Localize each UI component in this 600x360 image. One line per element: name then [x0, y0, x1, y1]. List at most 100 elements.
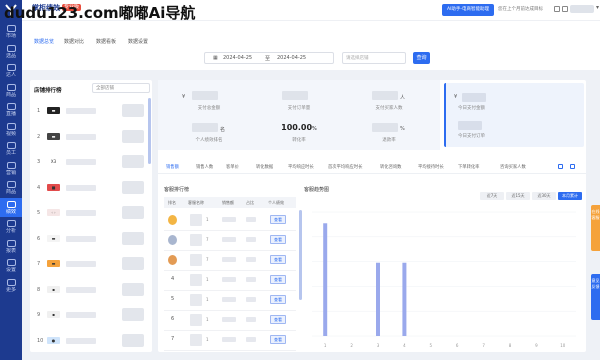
masked-value — [122, 308, 144, 321]
shop-rank-row[interactable]: 1 ▬ — [30, 98, 148, 126]
chart-bar[interactable] — [323, 223, 328, 336]
user-avatar[interactable] — [570, 5, 594, 13]
sidebar-item[interactable]: 分析 — [0, 217, 22, 236]
masked-value — [122, 206, 144, 219]
main-panel: ¥ 支付总金额 支付订单量 人 支付买家人数 名 个人绩效排名 100.00% … — [158, 80, 586, 352]
product-image — [190, 214, 202, 226]
shop-rank-row[interactable]: 2 ▬ — [30, 124, 148, 152]
sidebar-item[interactable]: 达人 — [0, 61, 22, 80]
chart-bar[interactable] — [402, 262, 407, 336]
rank-number: 5 — [171, 296, 175, 302]
shop-rank-row[interactable]: 10 ● — [30, 328, 148, 356]
sidebar-item[interactable]: 市场 — [0, 22, 22, 41]
sidebar-item[interactable]: 商品 — [0, 178, 22, 197]
masked-shop-name — [66, 133, 96, 140]
metric-tab[interactable]: 下单转化率 — [458, 164, 479, 170]
x-tick-label: 6 — [456, 343, 459, 348]
metric-tab[interactable]: 客单价 — [226, 164, 239, 170]
rank-number: 2 — [37, 133, 41, 140]
metric-tab[interactable]: 转化咨询数 — [380, 164, 401, 170]
settings-icon[interactable] — [558, 164, 563, 169]
notification-icon[interactable] — [562, 6, 568, 12]
sidebar-item[interactable]: 绩效 — [0, 197, 22, 217]
shop-rank-row[interactable]: 4 ■ — [30, 175, 148, 203]
fullscreen-icon[interactable] — [554, 6, 560, 12]
chart-bar[interactable] — [376, 262, 380, 336]
shop-rank-row[interactable]: 9 ▪ — [30, 302, 148, 330]
sidebar-item[interactable]: 营销 — [0, 159, 22, 178]
sidebar-item[interactable]: 报表 — [0, 237, 22, 256]
metric-tab[interactable]: 咨询买家人数 — [500, 164, 526, 170]
product-image — [190, 254, 202, 266]
masked-shop-name — [66, 261, 96, 267]
sidebar: 市场 选品 达人 商品 直播 视频 员工 营销 商品 绩效 分析 报表 设置 更多 — [0, 0, 22, 360]
toggle-7d[interactable]: 近7天 — [480, 192, 504, 200]
sidebar-item[interactable]: 选品 — [0, 42, 22, 61]
metric-tab[interactable]: 转化数据 — [256, 164, 273, 170]
scrollbar[interactable] — [148, 98, 151, 164]
masked-value — [458, 121, 482, 130]
product-image — [190, 234, 202, 246]
metric-tab[interactable]: 平均接待时长 — [418, 164, 444, 170]
table-header: 排名 客服名称 销售额 占比 个人绩效 — [164, 197, 296, 208]
x-tick-label: 9 — [535, 343, 538, 348]
metric-tab[interactable]: 销售额 — [166, 164, 179, 170]
scrollbar[interactable] — [299, 210, 302, 300]
toggle-30d[interactable]: 近30天 — [532, 192, 556, 200]
view-button[interactable]: 查看 — [270, 335, 286, 344]
metric-tab[interactable]: 平均响应时长 — [288, 164, 314, 170]
view-button[interactable]: 查看 — [270, 315, 286, 324]
toggle-15d[interactable]: 近15天 — [506, 192, 530, 200]
ranking-table: 排名 客服名称 销售额 占比 个人绩效 1 查看 7 查看 7 查看 4 1 查看 5 1 查看 6 1 查… — [164, 197, 302, 351]
view-button[interactable]: 查看 — [270, 215, 286, 224]
nav-icon — [6, 44, 16, 52]
nav-icon — [6, 239, 16, 247]
sidebar-item[interactable]: 设置 — [0, 256, 22, 275]
rank-number: 10 — [37, 337, 44, 344]
sidebar-item[interactable]: 员工 — [0, 139, 22, 158]
toggle-month[interactable]: 本月累计 — [558, 192, 582, 200]
shop-rank-row[interactable]: 7 ▬ — [30, 251, 148, 279]
ai-assistant-button[interactable]: AI助手-电商智能助理 — [442, 4, 494, 16]
view-button[interactable]: 查看 — [270, 295, 286, 304]
table-row: 7 查看 — [164, 249, 296, 271]
query-button[interactable]: 查询 — [413, 52, 430, 64]
metric-tab[interactable]: 首次平均响应时长 — [328, 164, 362, 170]
sidebar-item[interactable]: 更多 — [0, 276, 22, 295]
shop-rank-row[interactable]: 3 X3 — [30, 149, 148, 177]
shop-rank-row[interactable]: 5 ◦◦ — [30, 200, 148, 228]
sidebar-item-label: 员工 — [5, 150, 16, 156]
sidebar-item[interactable]: 视频 — [0, 120, 22, 139]
sidebar-item-label: 商品 — [5, 189, 16, 195]
masked-shop-name — [66, 159, 96, 165]
sidebar-item[interactable]: 商品 — [0, 81, 22, 100]
nav-icon — [6, 103, 16, 110]
view-button[interactable]: 查看 — [270, 255, 286, 264]
sidebar-item-label: 商品 — [5, 91, 16, 98]
online-service-tab[interactable]: 在线客服 — [591, 205, 600, 251]
shop-ranking-select[interactable]: 全部店铺 — [92, 83, 150, 93]
date-range-picker[interactable]: ▦ 2024-04-25 至 2024-04-25 — [204, 52, 334, 64]
download-icon[interactable] — [570, 164, 575, 169]
masked-value — [192, 91, 218, 100]
view-button[interactable]: 查看 — [270, 235, 286, 244]
sidebar-item-label: 达人 — [5, 72, 16, 78]
shop-select[interactable]: 请选择店铺 — [342, 52, 406, 64]
shop-rank-row[interactable]: 6 ▬ — [30, 226, 148, 254]
view-button[interactable]: 查看 — [270, 275, 286, 284]
feedback-tab[interactable]: 意见反馈 — [591, 274, 600, 320]
shop-logo: ◦◦ — [47, 209, 60, 216]
top-notice[interactable]: 您在上个月前达成目标 — [498, 6, 543, 12]
today-stats: ¥ 今日支付金额 今日支付订单 — [444, 83, 584, 147]
table-row: 4 1 查看 — [164, 269, 296, 291]
sidebar-item[interactable]: 直播 — [0, 100, 22, 119]
chevron-down-icon[interactable]: ▾ — [596, 4, 599, 11]
x-tick-label: 8 — [509, 343, 512, 348]
shop-rank-row[interactable]: 8 ▪ — [30, 277, 148, 305]
masked-value — [122, 257, 144, 270]
stat-refund-rate: % 退款率 — [344, 118, 434, 148]
shop-logo: ▪ — [47, 285, 60, 293]
rank-number: 4 — [37, 184, 41, 191]
masked-value — [122, 231, 144, 245]
metric-tab[interactable]: 销售人数 — [196, 164, 213, 170]
